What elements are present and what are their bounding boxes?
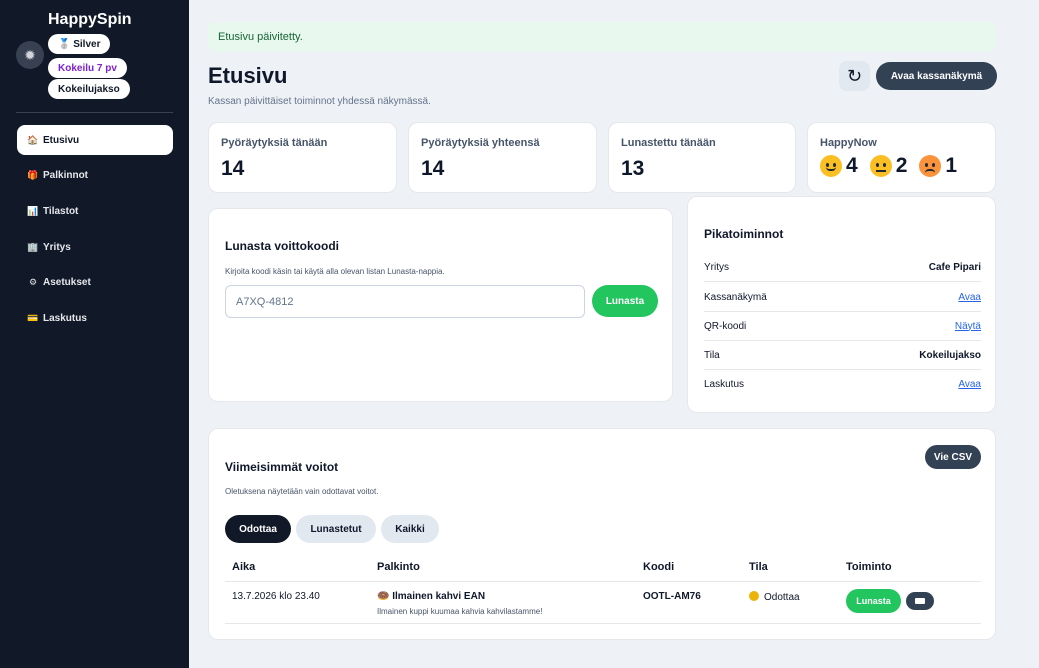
win-status: Odottaa — [749, 591, 800, 603]
redeem-code-card: Lunasta voittokoodi Kirjoita koodi käsin… — [208, 208, 673, 402]
stat-value: 13 — [621, 157, 645, 180]
row-redeem-button[interactable]: Lunasta — [846, 589, 901, 613]
status-badge: Kokeilujakso — [48, 79, 130, 99]
table-header-divider — [225, 581, 981, 582]
brand-name: HappySpin — [48, 11, 132, 28]
win-code: OOTL-AM76 — [643, 591, 701, 602]
quick-actions-title: Pikatoiminnot — [704, 227, 784, 241]
sidebar-item-asetukset[interactable]: ⚙ Asetukset — [17, 267, 173, 297]
redeem-code-input[interactable] — [225, 285, 585, 318]
neutral-count: 2 — [895, 154, 908, 177]
quick-action-row-billing: Laskutus Avaa — [704, 370, 981, 399]
sidebar-item-laskutus[interactable]: 💳 Laskutus — [17, 303, 173, 333]
recent-wins-title: Viimeisimmät voitot — [225, 460, 339, 474]
sidebar-item-label: Laskutus — [43, 312, 87, 324]
open-pos-view-button[interactable]: Avaa kassanäkymä — [876, 62, 997, 90]
quick-action-row-pos: Kassanäkymä Avaa — [704, 283, 981, 312]
sidebar-item-label: Etusivu — [43, 134, 80, 146]
qa-label: Tila — [704, 349, 720, 361]
stat-card-happynow: HappyNow 4 2 1 — [807, 122, 996, 193]
refresh-button[interactable]: ↻ — [839, 61, 870, 91]
pending-status-icon — [749, 591, 759, 601]
table-row-divider — [225, 623, 981, 624]
sidebar: ✹ HappySpin 🥈 Silver Kokeilu 7 pv Kokeil… — [0, 0, 189, 668]
page-title: Etusivu — [208, 63, 288, 88]
win-status-label: Odottaa — [764, 592, 800, 603]
smiley-happy-icon — [820, 155, 842, 177]
page-subtitle: Kassan päivittäiset toiminnot yhdessä nä… — [208, 96, 431, 107]
row-more-button[interactable] — [906, 592, 934, 610]
building-icon: 🏢 — [27, 241, 39, 252]
sidebar-item-label: Asetukset — [43, 276, 91, 288]
open-pos-link[interactable]: Avaa — [958, 292, 981, 303]
stat-label: Pyöräytyksiä tänään — [221, 137, 328, 149]
column-header-status: Tila — [749, 561, 768, 573]
stat-card-spins-total: Pyöräytyksiä yhteensä 14 — [408, 122, 597, 193]
sad-count: 1 — [945, 154, 958, 177]
sidebar-item-label: Tilastot — [43, 205, 79, 217]
recent-wins-hint: Oletuksena näytetään vain odottavat voit… — [225, 487, 379, 496]
home-icon: 🏠 — [27, 134, 39, 145]
qa-label: QR-koodi — [704, 320, 747, 332]
quick-action-row-qr: QR-koodi Näytä — [704, 312, 981, 341]
qa-value: Kokeilujakso — [919, 349, 981, 361]
smiley-sad-icon — [919, 155, 942, 177]
sidebar-divider — [16, 112, 173, 113]
stat-value: 14 — [221, 157, 245, 180]
qa-value: Cafe Pipari — [928, 261, 981, 273]
stat-card-redeemed-today: Lunastettu tänään 13 — [608, 122, 796, 193]
win-prize-name: Ilmainen kahvi EAN — [392, 591, 486, 602]
open-billing-link[interactable]: Avaa — [958, 379, 981, 390]
brand-avatar: ✹ — [16, 41, 44, 69]
sidebar-item-etusivu[interactable]: 🏠 Etusivu — [17, 125, 173, 155]
credit-card-icon: 💳 — [27, 312, 39, 323]
win-prize: 🍩 Ilmainen kahvi EAN — [377, 591, 485, 602]
card-icon — [915, 598, 925, 604]
sidebar-item-label: Palkinnot — [43, 169, 89, 181]
chart-icon: 📊 — [27, 205, 39, 216]
success-toast: Etusivu päivitetty. — [208, 22, 996, 52]
win-prize-description: Ilmainen kuppi kuumaa kahvia kahvilastam… — [377, 607, 543, 616]
smiley-neutral-icon — [869, 155, 892, 177]
column-header-code: Koodi — [643, 561, 675, 573]
gear-icon: ⚙ — [28, 276, 38, 287]
stat-label: HappyNow — [820, 137, 877, 149]
redeem-button[interactable]: Lunasta — [592, 285, 658, 317]
qa-label: Yritys — [704, 261, 729, 273]
sidebar-item-label: Yritys — [43, 241, 71, 253]
show-qr-link[interactable]: Näytä — [955, 321, 981, 332]
quick-action-row-status: Tila Kokeilujakso — [704, 341, 981, 370]
happynow-counts: 4 2 1 — [820, 154, 965, 178]
donut-icon: 🍩 — [377, 591, 390, 602]
column-header-time: Aika — [232, 561, 256, 573]
trial-badge: Kokeilu 7 pv — [48, 58, 127, 78]
tab-kaikki[interactable]: Kaikki — [381, 515, 439, 543]
stat-card-spins-today: Pyöräytyksiä tänään 14 — [208, 122, 397, 193]
redeem-hint: Kirjoita koodi käsin tai käytä alla olev… — [225, 267, 445, 276]
redeem-title: Lunasta voittokoodi — [225, 239, 339, 253]
win-time: 13.7.2026 klo 23.40 — [232, 591, 320, 602]
tab-lunastetut[interactable]: Lunastetut — [296, 515, 376, 543]
quick-action-row-company: Yritys Cafe Pipari — [704, 253, 981, 282]
sidebar-item-yritys[interactable]: 🏢 Yritys — [17, 232, 173, 262]
export-csv-button[interactable]: Vie CSV — [925, 445, 981, 469]
gift-icon: 🎁 — [27, 169, 39, 180]
quick-actions-card: Pikatoiminnot Yritys Cafe Pipari Kassanä… — [687, 196, 996, 413]
stat-label: Pyöräytyksiä yhteensä — [421, 137, 540, 149]
recent-wins-card: Viimeisimmät voitot Oletuksena näytetään… — [208, 428, 996, 640]
column-header-action: Toiminto — [846, 561, 892, 573]
refresh-icon: ↻ — [846, 65, 863, 86]
stat-label: Lunastettu tänään — [621, 137, 716, 149]
column-header-prize: Palkinto — [377, 561, 420, 573]
tab-odottaa[interactable]: Odottaa — [225, 515, 291, 543]
stat-value: 14 — [421, 157, 445, 180]
sidebar-item-palkinnot[interactable]: 🎁 Palkinnot — [17, 160, 173, 190]
happy-count: 4 — [846, 154, 858, 177]
sidebar-item-tilastot[interactable]: 📊 Tilastot — [17, 196, 173, 226]
qa-label: Laskutus — [704, 379, 745, 390]
plan-badge: 🥈 Silver — [48, 34, 111, 54]
qa-label: Kassanäkymä — [704, 291, 767, 303]
